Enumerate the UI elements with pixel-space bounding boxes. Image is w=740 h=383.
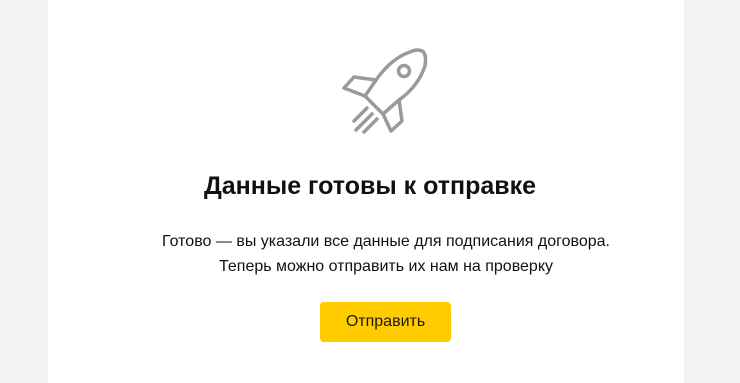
submit-button[interactable]: Отправить bbox=[320, 302, 451, 342]
rocket-icon bbox=[342, 48, 428, 134]
description-line-2: Теперь можно отправить их нам на проверк… bbox=[219, 258, 553, 275]
page-title: Данные готовы к отправке bbox=[203, 172, 537, 200]
description-line-1: Готово — вы указали все данные для подпи… bbox=[162, 233, 610, 250]
description: Готово — вы указали все данные для подпи… bbox=[0, 229, 740, 279]
